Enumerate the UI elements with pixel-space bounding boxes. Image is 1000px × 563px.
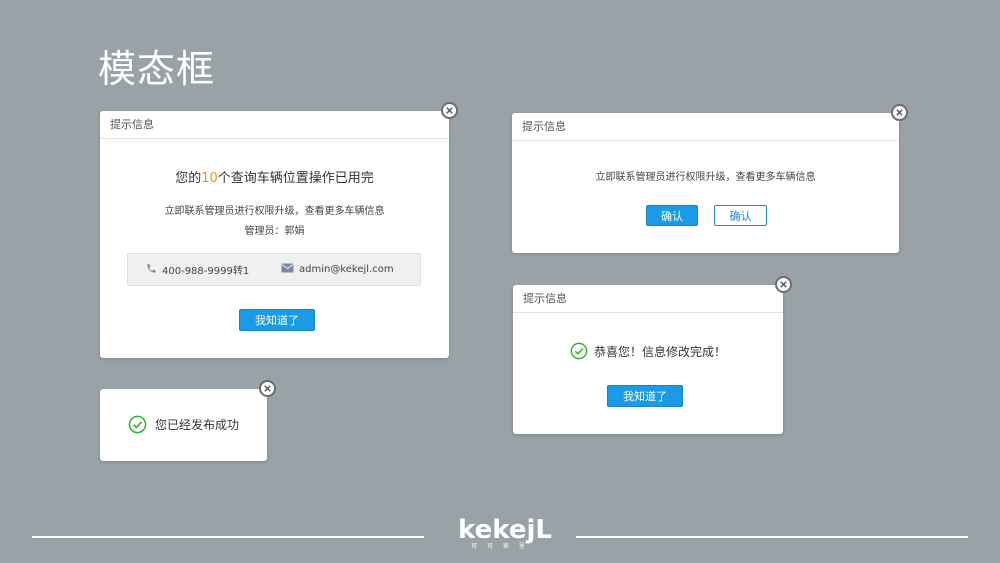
- upgrade-message: 立即联系管理员进行权限升级，查看更多车辆信息: [595, 172, 816, 183]
- quota-suffix: 个查询车辆位置操作已用完: [217, 171, 374, 186]
- close-icon[interactable]: [259, 380, 276, 397]
- email-contact: admin@kekejl.com: [281, 254, 394, 285]
- toast-row: 您已经发布成功: [100, 415, 267, 434]
- confirm-outline-button[interactable]: 确认: [714, 205, 767, 226]
- quota-modal: 提示信息 您的10个查询车辆位置操作已用完 立即联系管理员进行权限升级，查看更多…: [100, 111, 449, 358]
- got-it-button[interactable]: 我知道了: [607, 385, 683, 407]
- quota-count: 10: [201, 171, 218, 186]
- admin-name: 管理员：郭娟: [244, 226, 305, 237]
- upgrade-modal: 提示信息 立即联系管理员进行权限升级，查看更多车辆信息 确认 确认: [512, 113, 899, 253]
- close-icon[interactable]: [775, 276, 792, 293]
- toast-text: 您已经发布成功: [154, 418, 239, 432]
- check-circle-icon: [570, 342, 588, 360]
- check-circle-icon: [128, 415, 147, 434]
- email-address: admin@kekejl.com: [299, 264, 394, 275]
- phone-number: 400-988-9999转1: [162, 266, 250, 277]
- modal-header: 提示信息: [513, 285, 783, 313]
- mail-icon: [281, 263, 299, 276]
- publish-toast: 您已经发布成功: [100, 389, 267, 461]
- modal-header: 提示信息: [100, 111, 449, 139]
- quota-prefix: 您的: [175, 171, 202, 186]
- success-text: 恭喜您！信息修改完成！: [593, 344, 726, 359]
- close-icon[interactable]: [441, 102, 458, 119]
- got-it-button[interactable]: 我知道了: [239, 309, 315, 331]
- brand-logo: kekejL 可 可 家 里: [458, 515, 552, 551]
- quota-message: 您的10个查询车辆位置操作已用完: [100, 167, 449, 186]
- footer-divider-right: [576, 536, 968, 538]
- modal-header: 提示信息: [512, 113, 899, 141]
- success-message-row: 恭喜您！信息修改完成！: [513, 342, 783, 360]
- phone-icon: [146, 263, 162, 277]
- logo-text: kekejL: [458, 515, 552, 545]
- phone-contact: 400-988-9999转1: [146, 254, 249, 285]
- success-modal: 提示信息 恭喜您！信息修改完成！ 我知道了: [513, 285, 783, 434]
- close-icon[interactable]: [891, 104, 908, 121]
- page-title: 模态框: [98, 47, 216, 91]
- confirm-button[interactable]: 确认: [646, 205, 698, 226]
- contact-bar: 400-988-9999转1 admin@kekejl.com: [127, 253, 421, 286]
- upgrade-hint: 立即联系管理员进行权限升级，查看更多车辆信息: [164, 206, 385, 217]
- footer-divider-left: [32, 536, 424, 538]
